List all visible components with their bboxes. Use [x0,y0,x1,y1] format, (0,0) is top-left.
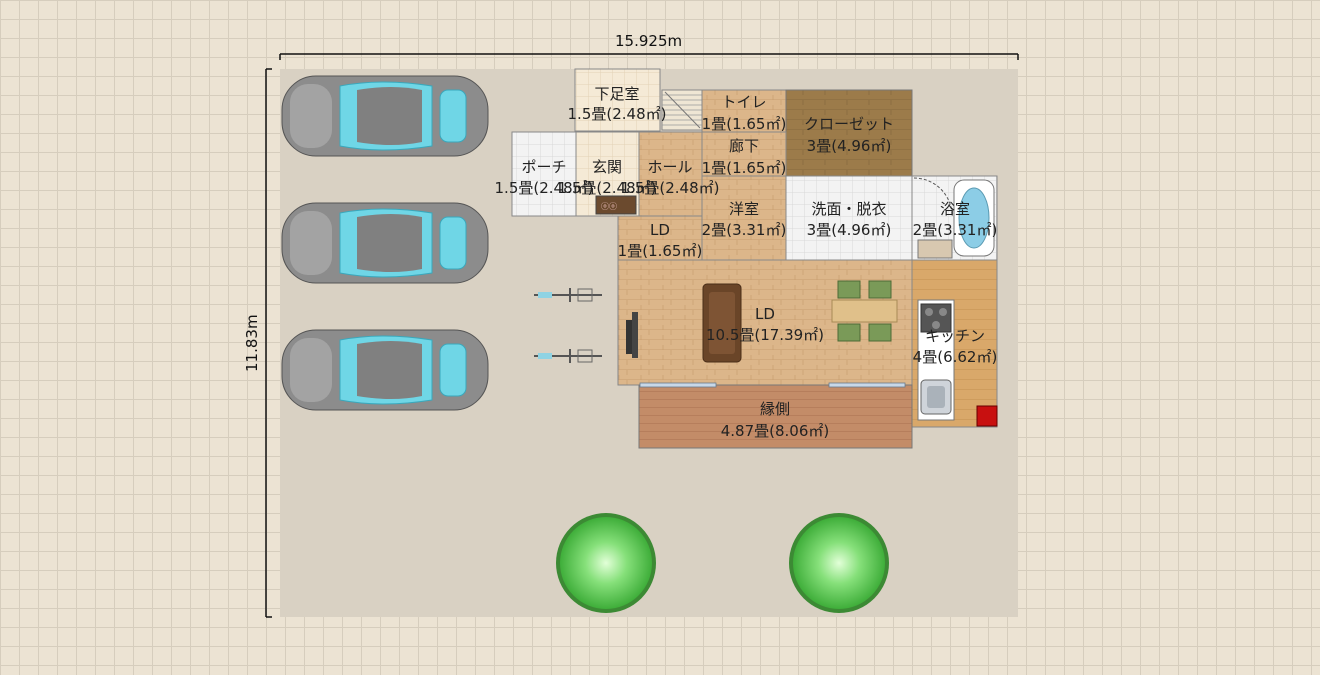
room-name: 玄関 [592,158,622,176]
room-name: クローゼット [804,115,894,133]
room-area: 4畳(6.62㎡) [913,348,998,366]
room-area: 1畳(1.65㎡) [618,242,703,260]
room-name: 浴室 [940,200,970,218]
bathtub-icon [953,179,995,257]
sofa-icon [702,283,742,363]
washbasin-icon [917,239,953,259]
room-name: 下足室 [594,85,639,103]
window-icon [639,382,717,388]
room-area: 1畳(1.65㎡) [702,159,787,177]
room-senmen[interactable] [785,175,913,261]
room-closet[interactable] [785,89,913,177]
room-name: LD [650,221,670,239]
room-name: 洗面・脱衣 [811,200,886,218]
room-area: 2畳(3.31㎡) [913,221,998,239]
room-name: 縁側 [760,400,790,418]
room-area: 3畳(4.96㎡) [807,137,892,155]
sink-icon [920,379,952,415]
room-name: トイレ [721,93,766,111]
svg-text:ⓞⓞ: ⓞⓞ [601,202,617,211]
room-area: 1.5畳(2.48㎡) [621,179,720,197]
room-area: 4.87畳(8.06㎡) [721,422,830,440]
room-name: LD [755,305,775,323]
room-name: ホール [647,158,692,176]
refrigerator-icon [976,405,998,427]
floor-plan: 15.925m 11.83m ⓞⓞ 下足室 1.5畳(2.48㎡) トイレ 1畳… [243,32,1019,618]
room-name: 洋室 [729,200,759,218]
car-icon [281,329,489,411]
room-area: 3畳(4.96㎡) [807,221,892,239]
height-label: 11.83m [243,314,261,372]
window-icon [828,382,906,388]
shoe-mat-icon: ⓞⓞ [595,195,637,215]
width-dimension: 15.925m [279,32,1019,60]
height-dimension: 11.83m [243,68,272,618]
room-area: 10.5畳(17.39㎡) [706,326,824,344]
tree-icon [556,513,656,613]
width-label: 15.925m [615,32,682,50]
room-name: ポーチ [521,158,566,176]
room-area: 2畳(3.31㎡) [702,221,787,239]
car-icon [281,202,489,284]
room-area: 1.5畳(2.48㎡) [568,105,667,123]
car-icon [281,75,489,157]
room-area: 1畳(1.65㎡) [702,115,787,133]
room-name: 廊下 [729,137,759,155]
room-name: キッチン [925,327,985,345]
stairs-icon [661,89,703,131]
tree-icon [789,513,889,613]
